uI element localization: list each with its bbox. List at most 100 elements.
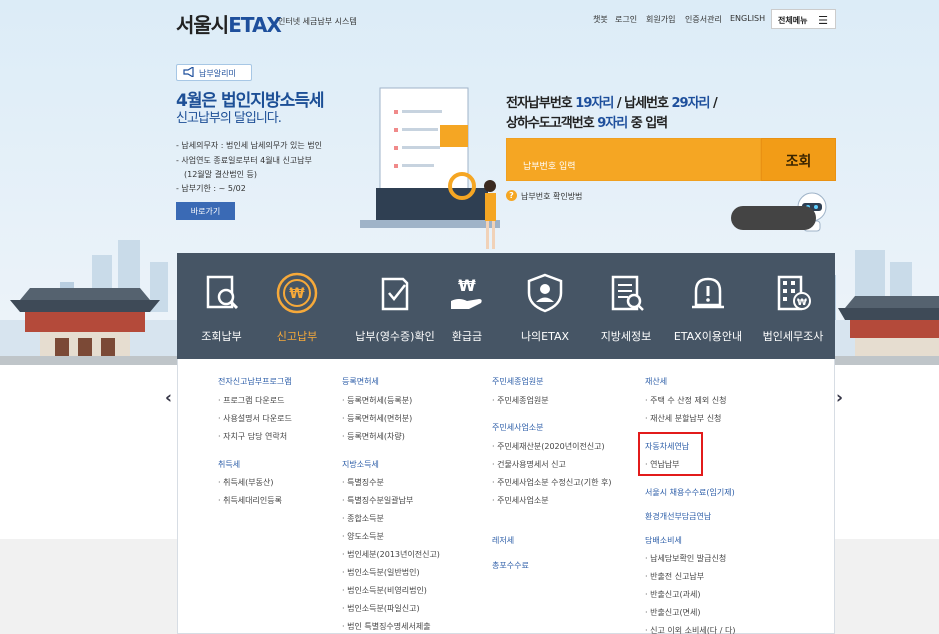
svg-text:₩: ₩ <box>797 298 807 308</box>
all-menu-button[interactable]: 전체메뉴 ☰ <box>771 9 836 29</box>
submenu-heading[interactable]: 주민세사업소분 <box>492 422 544 433</box>
search-title-line2: 상하수도고객번호 9자리 중 입력 <box>506 112 667 131</box>
submenu-item[interactable]: · 프로그램 다운로드 <box>218 395 285 406</box>
nav-item-etax-guide[interactable]: ETAX이용안내 <box>665 253 751 359</box>
payment-number-help-link[interactable]: 납부번호 확인방법 <box>521 191 582 202</box>
submenu-item[interactable]: · 등록면허세(면허분) <box>342 413 412 424</box>
submenu-heading[interactable]: 담배소비세 <box>645 535 682 546</box>
submenu-item[interactable]: · 주민세사업소분 <box>492 495 549 506</box>
nav-label: 법인세무조사 <box>751 328 835 344</box>
submenu-item[interactable]: · 반출신고(면세) <box>645 607 701 618</box>
submenu-item[interactable]: · 건물사용명세서 신고 <box>492 459 566 470</box>
submenu-heading[interactable]: 전자신고납부프로그램 <box>218 376 292 387</box>
notice-subtitle: 신고납부의 달입니다. <box>176 107 281 126</box>
question-icon: ? <box>506 190 517 201</box>
report-payment-submenu: 전자신고납부프로그램 · 프로그램 다운로드 · 사용설명서 다운로드 · 자치… <box>177 359 835 634</box>
submenu-item[interactable]: · 양도소득분 <box>342 531 384 542</box>
refund-hand-icon: ₩ <box>445 271 489 315</box>
logo-subtitle: 인터넷 세금납부 시스템 <box>278 16 357 27</box>
nav-item-local-tax-info[interactable]: 지방세정보 <box>587 253 665 359</box>
info-doc-icon <box>604 271 648 315</box>
chatbot-bar[interactable] <box>731 206 816 230</box>
nav-item-report-payment[interactable]: ₩ 신고납부 <box>253 253 341 359</box>
submenu-item[interactable]: · 특별징수분 <box>342 477 384 488</box>
notice-bullet: (12월말 결산법인 등) <box>184 169 257 180</box>
svg-text:₩: ₩ <box>289 286 305 302</box>
link-english[interactable]: ENGLISH <box>730 14 765 23</box>
submenu-item[interactable]: · 주택 수 산정 제외 신청 <box>645 395 727 406</box>
nav-item-corporate-audit[interactable]: ₩ 법인세무조사 <box>751 253 835 359</box>
submenu-heading[interactable]: 취득세 <box>218 459 240 470</box>
submenu-item[interactable]: · 취득세대리인등록 <box>218 495 282 506</box>
submenu-heading[interactable]: 주민세종업원분 <box>492 376 544 387</box>
link-signup[interactable]: 회원가입 <box>646 14 675 25</box>
search-title-line1: 전자납부번호 19자리 / 납세번호 29자리 / <box>506 92 717 111</box>
submenu-heading[interactable]: 서울시 채용수수료(임기제) <box>645 487 735 498</box>
megaphone-icon <box>183 67 195 77</box>
notice-bullet: - 사업연도 종료일로부터 4월내 신고납부 <box>176 155 312 166</box>
submenu-heading[interactable]: 지방소득세 <box>342 459 379 470</box>
submenu-item[interactable]: · 납세담보확인 발급신청 <box>645 553 726 564</box>
submenu-heading[interactable]: 레저세 <box>492 535 514 546</box>
submenu-item[interactable]: · 재산세 분할납부 신청 <box>645 413 721 424</box>
submenu-item[interactable]: · 주민세재산분(2020년이전신고) <box>492 441 605 452</box>
nav-label: 환급금 <box>435 328 499 344</box>
search-doc-icon <box>200 271 244 315</box>
svg-text:₩: ₩ <box>458 276 476 295</box>
notice-bullet: - 납부기한 : ~ 5/02 <box>176 183 246 194</box>
submenu-heading[interactable]: 재산세 <box>645 376 667 387</box>
notice-badge-label: 납부알리미 <box>199 69 236 78</box>
submenu-item[interactable]: · 반출전 신고납부 <box>645 571 704 582</box>
submenu-item[interactable]: · 등록면허세(차량) <box>342 431 405 442</box>
receipt-check-icon <box>373 271 417 315</box>
nav-item-refund[interactable]: ₩ 환급금 <box>435 253 499 359</box>
site-logo[interactable]: 서울시ETAX <box>176 9 281 38</box>
go-button[interactable]: 바로가기 <box>176 202 235 220</box>
submenu-item[interactable]: · 종합소득분 <box>342 513 384 524</box>
alert-bell-icon <box>686 271 730 315</box>
link-chatbot[interactable]: 챗봇 <box>593 14 608 25</box>
hamburger-icon: ☰ <box>818 14 828 27</box>
all-menu-label: 전체메뉴 <box>778 16 807 25</box>
highlight-annotation-box <box>638 432 703 476</box>
nav-label: 나의ETAX <box>509 328 581 344</box>
nav-item-my-etax[interactable]: 나의ETAX <box>509 253 581 359</box>
nav-label: 지방세정보 <box>587 328 665 344</box>
link-certificate[interactable]: 인증서관리 <box>685 14 722 25</box>
submenu-item[interactable]: · 법인세분(2013년이전신고) <box>342 549 440 560</box>
submenu-heading[interactable]: 총포수수료 <box>492 560 529 571</box>
nav-label: 신고납부 <box>253 328 341 344</box>
notice-bullet: - 납세의무자 : 법인세 납세의무가 있는 법인 <box>176 140 322 151</box>
nav-label: ETAX이용안내 <box>665 328 751 344</box>
submenu-item[interactable]: · 반출신고(과세) <box>645 589 701 600</box>
next-arrow-icon[interactable]: › <box>836 388 843 408</box>
payment-number-input[interactable] <box>506 138 761 181</box>
submenu-item[interactable]: · 법인 특별징수명세서제출 <box>342 621 431 632</box>
submenu-item[interactable]: · 사용설명서 다운로드 <box>218 413 292 424</box>
submenu-item[interactable]: · 등록면허세(등록분) <box>342 395 412 406</box>
submenu-heading[interactable]: 환경개선부담금연납 <box>645 511 711 522</box>
main-nav: 조회납부 ₩ 신고납부 납부(영수증)확인 ₩ 환급금 나의ETAX 지방세정보… <box>177 253 835 359</box>
submenu-item[interactable]: · 자치구 담당 연락처 <box>218 431 287 442</box>
won-coin-icon: ₩ <box>275 271 319 315</box>
nav-label: 납부(영수증)확인 <box>341 328 449 344</box>
user-shield-icon <box>523 271 567 315</box>
submenu-item[interactable]: · 신고 이외 소비세(다 / 다) <box>645 625 735 634</box>
laptop-illustration <box>360 88 500 249</box>
submenu-heading[interactable]: 등록면허세 <box>342 376 379 387</box>
top-bar: 서울시ETAX 인터넷 세금납부 시스템 챗봇 로그인 회원가입 인증서관리 E… <box>0 0 939 38</box>
submenu-item[interactable]: · 특별징수분일괄납부 <box>342 495 413 506</box>
nav-item-receipt-check[interactable]: 납부(영수증)확인 <box>341 253 449 359</box>
building-won-icon: ₩ <box>771 271 815 315</box>
submenu-item[interactable]: · 취득세(부동산) <box>218 477 274 488</box>
submenu-item[interactable]: · 주민세종업원분 <box>492 395 549 406</box>
prev-arrow-icon[interactable]: ‹ <box>165 388 172 408</box>
palace-right <box>835 296 939 365</box>
notice-badge: 납부알리미 <box>176 64 252 81</box>
submenu-item[interactable]: · 법인소득분(파일신고) <box>342 603 420 614</box>
link-login[interactable]: 로그인 <box>615 14 637 25</box>
inquiry-button[interactable]: 조회 <box>761 138 836 181</box>
submenu-item[interactable]: · 법인소득분(일반법인) <box>342 567 420 578</box>
submenu-item[interactable]: · 주민세사업소분 수정신고(기한 후) <box>492 477 611 488</box>
submenu-item[interactable]: · 법인소득분(비영리법인) <box>342 585 427 596</box>
